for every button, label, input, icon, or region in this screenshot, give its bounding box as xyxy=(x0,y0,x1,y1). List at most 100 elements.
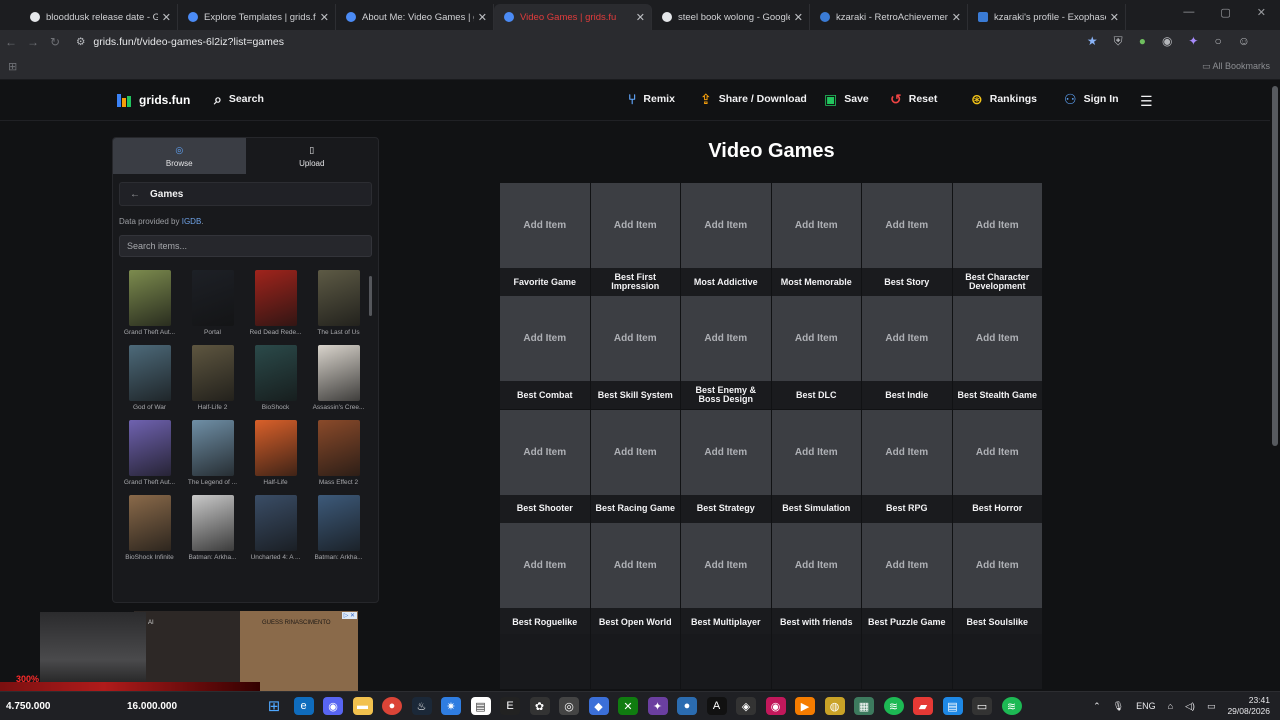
add-item-slot[interactable]: Add Item xyxy=(953,523,1043,608)
add-item-slot[interactable]: Add Item xyxy=(591,296,681,381)
battery-icon[interactable]: ▭ xyxy=(1207,701,1216,712)
app-icon[interactable]: ◉ xyxy=(765,697,786,715)
search-button[interactable]: ⌕ Search xyxy=(214,92,264,106)
spotify-icon[interactable]: ≋ xyxy=(883,697,904,715)
grid-cell[interactable]: Add Item Best with friends xyxy=(771,523,862,637)
grid-cell[interactable]: Add Item Most Memorable xyxy=(771,183,862,297)
close-tab-icon[interactable]: ✕ xyxy=(1110,11,1119,24)
add-item-slot[interactable]: Add Item xyxy=(953,410,1043,495)
browser-tab[interactable]: blooddusk release date - Goog✕ xyxy=(20,4,178,30)
extension-icon[interactable]: ◉ xyxy=(1162,34,1172,49)
grid-cell[interactable]: Add Item Best Roguelike xyxy=(500,523,591,637)
battlenet-icon[interactable]: ✷ xyxy=(441,697,461,715)
game-item[interactable]: Grand Theft Aut... xyxy=(118,270,181,336)
game-item[interactable]: Batman: Arkha... xyxy=(181,495,244,561)
minimize-icon[interactable]: — xyxy=(1183,6,1194,19)
grid-cell[interactable]: Add Item Best Indie xyxy=(862,296,953,410)
game-item[interactable]: Uncharted 4: A ... xyxy=(244,495,307,561)
url-field[interactable]: ⚙ grids.fun/t/video-games-6l2iz?list=gam… xyxy=(76,36,284,48)
gamepad-icon[interactable]: ◈ xyxy=(736,697,756,715)
browser-tab[interactable]: steel book wolong - Google Se✕ xyxy=(652,4,810,30)
chevron-up-icon[interactable]: ⌃ xyxy=(1093,701,1101,712)
terminal-icon[interactable]: ▭ xyxy=(972,697,992,715)
profile-avatar-icon[interactable]: ☺ xyxy=(1238,34,1250,49)
game-item[interactable]: Half-Life xyxy=(244,420,307,486)
forward-icon[interactable]: → xyxy=(22,35,44,49)
igdb-link[interactable]: IGDB xyxy=(182,217,202,226)
grid-cell[interactable]: Add Item Best Horror xyxy=(952,409,1043,524)
tab-upload[interactable]: ▯ Upload xyxy=(246,138,379,174)
xbox-icon[interactable]: ✕ xyxy=(618,697,638,715)
extension-icon[interactable]: ✦ xyxy=(1188,34,1198,49)
add-item-slot[interactable]: Add Item xyxy=(681,183,771,268)
game-item[interactable]: The Legend of ... xyxy=(181,420,244,486)
add-item-slot[interactable]: Add Item xyxy=(500,410,590,495)
chatgpt-icon[interactable]: ✿ xyxy=(529,697,550,715)
close-tab-icon[interactable]: ✕ xyxy=(162,11,171,24)
ad-choices-icon[interactable]: ▷ ✕ xyxy=(341,612,357,619)
apps-grid-icon[interactable]: ⊞ xyxy=(8,60,17,73)
clock[interactable]: 23:41 29/08/2026 xyxy=(1227,695,1270,717)
app-icon[interactable]: ▰ xyxy=(913,697,933,715)
chrome-icon[interactable]: ● xyxy=(382,697,402,715)
grid-cell[interactable]: Add Item Favorite Game xyxy=(500,183,591,297)
add-item-slot[interactable]: Add Item xyxy=(772,523,862,608)
grid-cell[interactable]: Add Item Best First Impression xyxy=(590,183,681,297)
steam-icon[interactable]: ♨ xyxy=(411,697,432,715)
game-item[interactable]: Half-Life 2 xyxy=(181,345,244,411)
add-item-slot[interactable]: Add Item xyxy=(500,296,590,381)
site-info-icon[interactable]: ⚙ xyxy=(76,36,85,48)
sidebar-scrollbar[interactable] xyxy=(369,276,372,316)
search-items-input[interactable]: Search items... xyxy=(119,235,372,257)
file-explorer-icon[interactable]: ▬ xyxy=(352,697,373,715)
discord-icon[interactable]: ◉ xyxy=(323,697,343,715)
app-icon[interactable]: ▶ xyxy=(795,697,815,715)
game-item[interactable]: Assassin's Cree... xyxy=(307,345,370,411)
epic-games-icon[interactable]: E xyxy=(500,697,520,715)
grid-cell[interactable]: Add Item Most Addictive xyxy=(681,183,772,297)
grid-cell[interactable]: Add Item Best Stealth Game xyxy=(952,296,1043,410)
save-button[interactable]: ▣ Save xyxy=(824,92,869,106)
grid-cell[interactable]: Add Item Best Multiplayer xyxy=(681,523,772,637)
grid-cell[interactable]: Add Item Best Puzzle Game xyxy=(862,523,953,637)
close-tab-icon[interactable]: ✕ xyxy=(636,11,645,24)
grid-cell[interactable]: Add Item Best RPG xyxy=(862,409,953,524)
grid-cell[interactable]: Add Item Best Enemy & Boss Design xyxy=(681,296,772,410)
game-item[interactable]: Red Dead Rede... xyxy=(244,270,307,336)
add-item-slot[interactable]: Add Item xyxy=(772,183,862,268)
all-bookmarks[interactable]: ▭ All Bookmarks xyxy=(1202,61,1270,72)
add-item-slot[interactable]: Add Item xyxy=(772,296,862,381)
add-item-slot[interactable]: Add Item xyxy=(953,183,1043,268)
rankings-button[interactable]: ⊛ Rankings xyxy=(971,92,1037,106)
close-tab-icon[interactable]: ✕ xyxy=(320,11,329,24)
remix-button[interactable]: ⑂ Remix xyxy=(628,92,675,106)
add-item-slot[interactable]: Add Item xyxy=(862,183,952,268)
app-icon[interactable]: ▦ xyxy=(854,697,874,715)
add-item-slot[interactable]: Add Item xyxy=(591,183,681,268)
network-icon[interactable]: ⌂ xyxy=(1168,701,1173,711)
browser-tab[interactable]: kzaraki - RetroAchievements ✕ xyxy=(810,4,968,30)
add-item-slot[interactable]: Add Item xyxy=(500,523,590,608)
close-window-icon[interactable]: ✕ xyxy=(1257,6,1266,19)
game-item[interactable]: God of War xyxy=(118,345,181,411)
grid-cell[interactable]: Add Item Best DLC xyxy=(771,296,862,410)
grid-cell[interactable]: Add Item Best Shooter xyxy=(500,409,591,524)
game-item[interactable]: Mass Effect 2 xyxy=(307,420,370,486)
grid-cell[interactable]: Add Item Best Combat xyxy=(500,296,591,410)
extension-icon[interactable]: ○ xyxy=(1214,34,1221,49)
volume-icon[interactable]: ◁) xyxy=(1185,701,1195,712)
browser-tab[interactable]: kzaraki's profile - Exophase.com✕ xyxy=(968,4,1126,30)
hamburger-menu-icon[interactable]: ☰ xyxy=(1140,93,1153,110)
app-icon[interactable]: ◆ xyxy=(588,697,609,715)
add-item-slot[interactable]: Add Item xyxy=(681,523,771,608)
browser-tab-active[interactable]: Video Games | grids.fu ✕ xyxy=(494,4,652,30)
grid-cell[interactable]: Add Item Best Skill System xyxy=(590,296,681,410)
add-item-slot[interactable]: Add Item xyxy=(681,296,771,381)
app-icon[interactable]: ✦ xyxy=(647,697,668,715)
grid-cell[interactable]: Add Item Best Simulation xyxy=(771,409,862,524)
tab-browse[interactable]: ◎ Browse xyxy=(113,138,246,174)
extension-icon[interactable]: ● xyxy=(1139,34,1146,49)
add-item-slot[interactable]: Add Item xyxy=(500,183,590,268)
notepad-icon[interactable]: ▤ xyxy=(942,697,963,715)
grid-cell[interactable]: Add Item Best Racing Game xyxy=(590,409,681,524)
